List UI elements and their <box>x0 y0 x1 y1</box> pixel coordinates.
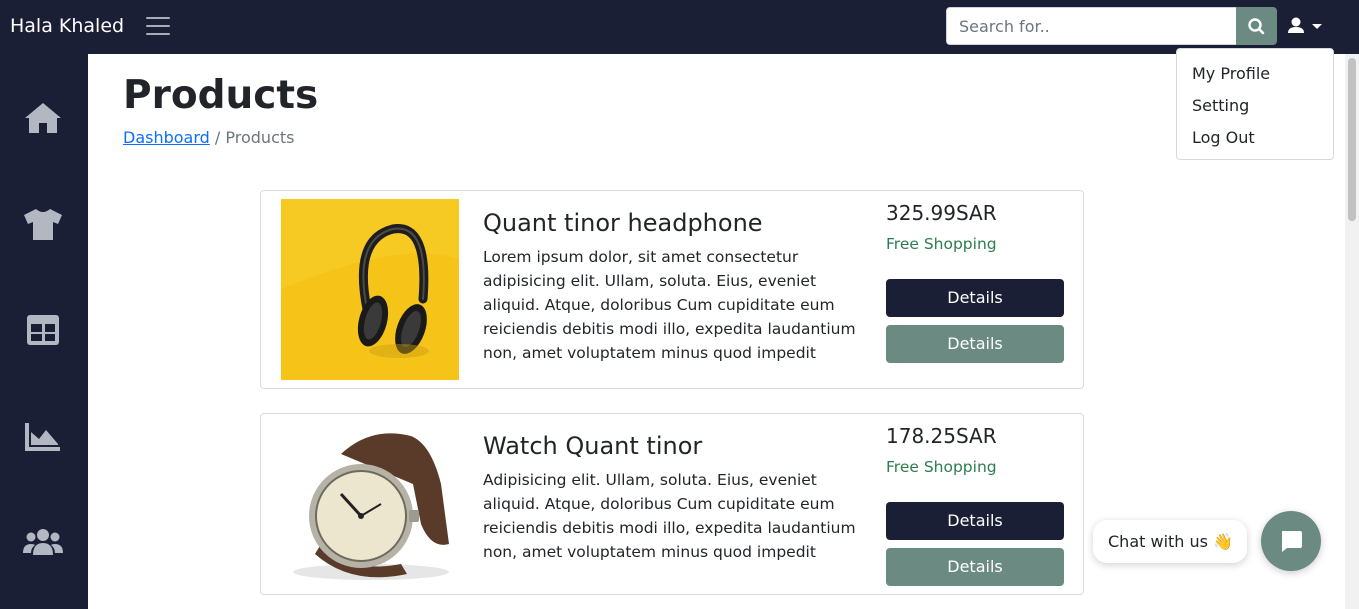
chat-prompt-bubble[interactable]: Chat with us 👋 <box>1093 520 1247 563</box>
user-icon <box>1288 17 1322 33</box>
search-button[interactable] <box>1236 7 1277 45</box>
breadcrumb: Dashboard / Products <box>123 128 294 148</box>
sidebar-item-products[interactable] <box>22 206 64 246</box>
caret-down-icon <box>1312 24 1322 29</box>
scrollbar-thumb[interactable] <box>1348 58 1356 221</box>
search-input[interactable] <box>946 7 1236 45</box>
sidebar-item-users[interactable] <box>22 524 64 564</box>
sidebar-item-home[interactable] <box>22 100 64 140</box>
chart-area-icon <box>25 423 60 451</box>
brand-name[interactable]: Hala Khaled <box>10 14 124 38</box>
product-card: Watch Quant tinor Adipisicing elit. Ulla… <box>260 413 1084 595</box>
menu-item-setting[interactable]: Setting <box>1192 95 1249 117</box>
product-price: 325.99SAR <box>886 201 997 225</box>
product-description: Lorem ipsum dolor, sit amet consectetur … <box>483 248 856 362</box>
details-button-secondary[interactable]: Details <box>886 325 1064 363</box>
tshirt-icon <box>24 209 62 240</box>
shipping-label: Free Shopping <box>886 458 997 476</box>
product-name[interactable]: Quant tinor headphone <box>483 208 763 238</box>
details-button[interactable]: Details <box>886 279 1064 317</box>
chat-icon <box>1282 531 1302 552</box>
page-title: Products <box>123 73 319 118</box>
breadcrumb-link-dashboard[interactable]: Dashboard <box>123 128 210 147</box>
sidebar-item-charts[interactable] <box>22 418 64 458</box>
search-icon <box>1248 18 1265 35</box>
breadcrumb-separator: / <box>214 128 221 147</box>
user-dropdown-menu: My Profile Setting Log Out <box>1176 48 1334 160</box>
shipping-label: Free Shopping <box>886 235 997 253</box>
table-icon <box>27 315 59 345</box>
page-scrollbar[interactable] <box>1345 54 1359 609</box>
product-description: Adipisicing elit. Ullam, soluta. Eius, e… <box>483 471 856 561</box>
product-card: Quant tinor headphone Lorem ipsum dolor,… <box>260 190 1084 389</box>
menu-item-my-profile[interactable]: My Profile <box>1192 63 1270 85</box>
watch-image <box>281 424 459 584</box>
details-button[interactable]: Details <box>886 502 1064 540</box>
sidebar <box>0 54 88 609</box>
home-icon <box>25 103 61 133</box>
headphone-image <box>281 199 459 380</box>
product-price: 178.25SAR <box>886 424 997 448</box>
breadcrumb-current: Products <box>225 128 295 147</box>
menu-toggle-icon[interactable] <box>146 16 170 36</box>
menu-item-log-out[interactable]: Log Out <box>1192 127 1255 149</box>
product-name[interactable]: Watch Quant tinor <box>483 431 702 461</box>
sidebar-item-tables[interactable] <box>22 312 64 352</box>
users-icon <box>23 529 63 555</box>
search-group <box>946 7 1277 45</box>
details-button-secondary[interactable]: Details <box>886 548 1064 586</box>
chat-launcher-button[interactable] <box>1261 511 1321 571</box>
top-navbar: Hala Khaled <box>0 0 1359 54</box>
user-menu-toggle[interactable] <box>1285 14 1327 40</box>
